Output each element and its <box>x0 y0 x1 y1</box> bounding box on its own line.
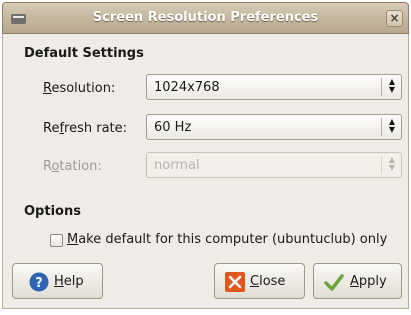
window-title: Screen Resolution Preferences <box>92 10 319 25</box>
screen-resolution-dialog: Screen Resolution Preferences × Default … <box>0 0 411 315</box>
options-heading: Options <box>24 204 81 219</box>
rotation-combo: normal ▲ ▼ <box>146 152 402 178</box>
rotation-label: Rotation: <box>43 159 102 174</box>
apply-label: Apply <box>350 274 387 289</box>
close-label: Close <box>250 274 286 289</box>
default-settings-heading: Default Settings <box>24 46 144 61</box>
resolution-combo[interactable]: 1024x768 ▲ ▼ <box>146 74 402 100</box>
title-bar[interactable]: Screen Resolution Preferences × <box>2 2 409 34</box>
svg-text:?: ? <box>35 276 43 291</box>
window-close-icon[interactable]: × <box>386 10 403 27</box>
refresh-rate-label: Refresh rate: <box>43 121 128 136</box>
make-default-label[interactable]: Make default for this computer (ubuntucl… <box>67 232 387 247</box>
help-icon: ? <box>29 272 49 292</box>
combo-arrows-icon: ▲ ▼ <box>388 155 396 172</box>
refresh-rate-combo[interactable]: 60 Hz ▲ ▼ <box>146 114 402 140</box>
close-button[interactable]: Close <box>214 263 305 299</box>
combo-arrows-icon: ▲ ▼ <box>388 77 396 94</box>
help-label: Help <box>54 274 84 289</box>
rotation-value: normal <box>154 158 200 173</box>
resolution-value: 1024x768 <box>154 80 220 95</box>
checkmark-icon <box>324 274 344 291</box>
help-button[interactable]: ? Help <box>12 263 103 299</box>
dialog-body: Default Settings Resolution: 1024x768 ▲ ▼… <box>2 34 409 309</box>
window-menu-icon[interactable] <box>11 14 26 24</box>
refresh-rate-value: 60 Hz <box>154 120 192 135</box>
combo-arrows-icon: ▲ ▼ <box>388 117 396 134</box>
make-default-checkbox[interactable] <box>50 234 63 247</box>
close-x-icon <box>225 272 245 292</box>
resolution-label: Resolution: <box>43 81 116 96</box>
apply-button[interactable]: Apply <box>313 263 402 299</box>
